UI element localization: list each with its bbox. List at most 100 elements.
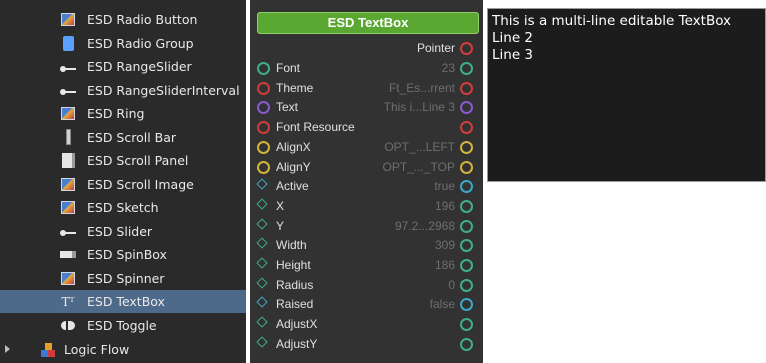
tree-item[interactable]: ESD Radio Group — [0, 32, 246, 55]
output-pin[interactable] — [460, 278, 473, 292]
output-pin[interactable] — [460, 62, 473, 75]
property-value: 0 — [448, 277, 455, 292]
input-pin[interactable] — [256, 217, 268, 230]
output-pin[interactable] — [460, 199, 473, 213]
property-row[interactable]: Font 23 — [250, 58, 483, 78]
tree-item-label: ESD Spinner — [87, 270, 165, 286]
property-row[interactable]: Text This i...Line 3 — [250, 97, 483, 117]
property-name: Theme — [276, 80, 314, 95]
tree-item-label: ESD Radio Button — [87, 12, 198, 27]
property-name: Font Resource — [276, 120, 355, 135]
property-row[interactable]: Font Resource — [250, 117, 483, 137]
tree-item[interactable]: ESD Scroll Bar — [0, 126, 246, 149]
input-pin[interactable] — [256, 316, 268, 328]
preview-line-3: Line 3 — [492, 47, 534, 63]
property-name: Raised — [276, 297, 314, 312]
tree-item[interactable]: ESD SpinBox — [0, 243, 246, 266]
property-name: Radius — [276, 277, 314, 292]
input-pin[interactable] — [256, 198, 268, 210]
textbox-preview[interactable]: This is a multi-line editable TextBox Li… — [487, 8, 766, 182]
output-pin[interactable] — [460, 101, 473, 115]
output-pin[interactable] — [460, 239, 473, 253]
tree-item[interactable]: ESD Ring — [0, 102, 246, 125]
tree-item-logic-flow[interactable]: Logic Flow — [0, 338, 246, 361]
preview-line-1: This is a multi-line editable TextBox — [492, 13, 732, 29]
input-pin[interactable] — [257, 101, 270, 115]
output-pin[interactable] — [460, 160, 473, 174]
input-pin[interactable] — [256, 237, 268, 249]
output-pin[interactable] — [460, 140, 473, 154]
property-name: Height — [276, 258, 311, 272]
tree-item[interactable]: ESD Toggle — [0, 314, 246, 337]
tree-item-label: ESD Ring — [87, 106, 145, 121]
output-pin[interactable] — [460, 337, 473, 351]
input-pin[interactable] — [257, 62, 270, 75]
property-name: X — [276, 198, 285, 213]
property-row[interactable]: Width 309 — [250, 235, 483, 255]
input-pin[interactable] — [257, 81, 270, 95]
output-pin[interactable] — [460, 180, 473, 194]
expand-arrow-icon[interactable] — [5, 345, 10, 353]
preview-line-2: Line 2 — [492, 30, 534, 46]
image-icon — [60, 12, 76, 27]
input-pin[interactable] — [256, 257, 268, 269]
property-row[interactable]: Raised false — [250, 294, 483, 314]
property-row[interactable]: Y 97.2...2968 — [250, 216, 483, 236]
image-icon — [60, 177, 76, 192]
scroll-panel-icon — [60, 153, 76, 168]
property-name: AdjustX — [276, 317, 318, 332]
property-row[interactable]: AlignX OPT_...LEFT — [250, 137, 483, 157]
property-row[interactable]: Radius 0 — [250, 275, 483, 295]
tree-item[interactable]: ESD Radio Button — [0, 8, 246, 31]
tree-item-label: ESD Scroll Image — [87, 176, 194, 192]
pointer-output-pin[interactable] — [460, 42, 473, 55]
property-row[interactable]: X 196 — [250, 196, 483, 216]
property-name: Active — [276, 179, 309, 194]
property-row[interactable]: Active true — [250, 176, 483, 196]
input-pin[interactable] — [256, 277, 268, 289]
input-pin[interactable] — [257, 121, 270, 135]
node-title[interactable]: ESD TextBox — [257, 12, 479, 34]
property-name: Width — [276, 238, 307, 253]
tree-item-label: ESD Scroll Bar — [87, 129, 177, 145]
input-pin[interactable] — [256, 296, 268, 309]
property-row[interactable]: Height 186 — [250, 255, 483, 275]
tree-item[interactable]: ESD RangeSliderInterval — [0, 79, 246, 102]
tree-item[interactable]: ESD Scroll Panel — [0, 149, 246, 172]
tree-item[interactable]: ESD Sketch — [0, 196, 246, 219]
property-value: 196 — [434, 198, 455, 213]
property-row[interactable]: AdjustY — [250, 334, 483, 354]
tree-item[interactable]: ESD Scroll Image — [0, 173, 246, 196]
input-pin[interactable] — [257, 140, 270, 154]
output-pin[interactable] — [460, 298, 473, 312]
input-pin[interactable] — [256, 336, 268, 348]
property-row[interactable]: AdjustX — [250, 314, 483, 334]
pointer-row: Pointer — [250, 38, 483, 58]
logic-flow-icon — [40, 342, 56, 357]
input-pin[interactable] — [257, 160, 270, 174]
tree-item[interactable]: ESD RangeSlider — [0, 55, 246, 78]
output-pin[interactable] — [460, 318, 473, 332]
property-value: false — [429, 297, 455, 312]
node-editor-panel: ESD TextBox Pointer Font 23 Theme Ft_Es...r… — [250, 0, 483, 363]
property-name: Text — [276, 100, 299, 115]
property-name: Font — [276, 61, 301, 75]
output-pin[interactable] — [460, 121, 473, 135]
property-value: OPT_..._TOP — [382, 159, 455, 174]
tree-item[interactable]: ESD Spinner — [0, 267, 246, 290]
output-pin[interactable] — [460, 219, 473, 233]
tree-item-label: ESD Slider — [87, 223, 153, 239]
output-pin[interactable] — [460, 81, 473, 95]
property-row[interactable]: AlignY OPT_..._TOP — [250, 157, 483, 177]
slider-icon — [60, 59, 76, 74]
tree-item[interactable]: Tᵀ ESD TextBox — [0, 290, 246, 313]
input-pin[interactable] — [256, 178, 268, 190]
output-pin[interactable] — [460, 259, 473, 272]
property-value: Ft_Es...rrent — [388, 80, 455, 95]
property-value: 23 — [441, 61, 455, 75]
radio-group-icon — [60, 35, 76, 51]
property-value: OPT_...LEFT — [384, 139, 455, 154]
toggle-icon — [60, 318, 76, 333]
property-row[interactable]: Theme Ft_Es...rrent — [250, 78, 483, 98]
tree-item[interactable]: ESD Slider — [0, 220, 246, 243]
